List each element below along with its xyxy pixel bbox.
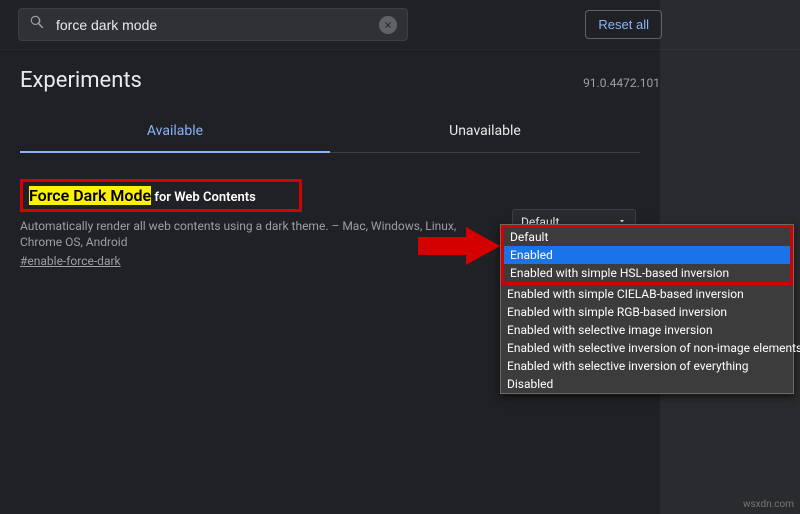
flag-title-rest: for Web Contents <box>151 190 256 205</box>
option-sel-nonimage[interactable]: Enabled with selective inversion of non-… <box>501 339 793 357</box>
option-enabled[interactable]: Enabled <box>501 246 793 264</box>
flag-tag-link[interactable]: #enable-force-dark <box>20 254 121 268</box>
search-icon <box>29 14 46 35</box>
option-sel-everything[interactable]: Enabled with selective inversion of ever… <box>501 357 793 375</box>
option-rgb[interactable]: Enabled with simple RGB-based inversion <box>501 303 793 321</box>
tabs: Available Unavailable <box>20 113 640 153</box>
page-title: Experiments <box>20 68 142 93</box>
option-sel-image[interactable]: Enabled with selective image inversion <box>501 321 793 339</box>
tab-unavailable[interactable]: Unavailable <box>330 113 640 153</box>
search-box[interactable] <box>18 8 408 41</box>
option-default[interactable]: Default <box>501 225 793 246</box>
tab-available[interactable]: Available <box>20 113 330 153</box>
option-hsl[interactable]: Enabled with simple HSL-based inversion <box>501 264 793 285</box>
option-cielab[interactable]: Enabled with simple CIELAB-based inversi… <box>501 285 793 303</box>
flag-description: Automatically render all web contents us… <box>20 218 470 250</box>
option-disabled[interactable]: Disabled <box>501 375 793 393</box>
annotation-red-box: Force Dark Mode for Web Contents <box>20 179 302 212</box>
flag-select-dropdown[interactable]: Default Enabled Enabled with simple HSL-… <box>500 224 794 394</box>
topbar: Reset all <box>0 0 800 50</box>
reset-all-button[interactable]: Reset all <box>585 10 662 39</box>
annotation-arrow <box>418 227 500 265</box>
version-label: 91.0.4472.101 <box>583 76 660 90</box>
clear-search-icon[interactable] <box>379 16 397 34</box>
search-input[interactable] <box>54 16 371 34</box>
watermark: wsxdn.com <box>743 499 794 510</box>
flag-title-highlight: Force Dark Mode <box>29 186 151 205</box>
